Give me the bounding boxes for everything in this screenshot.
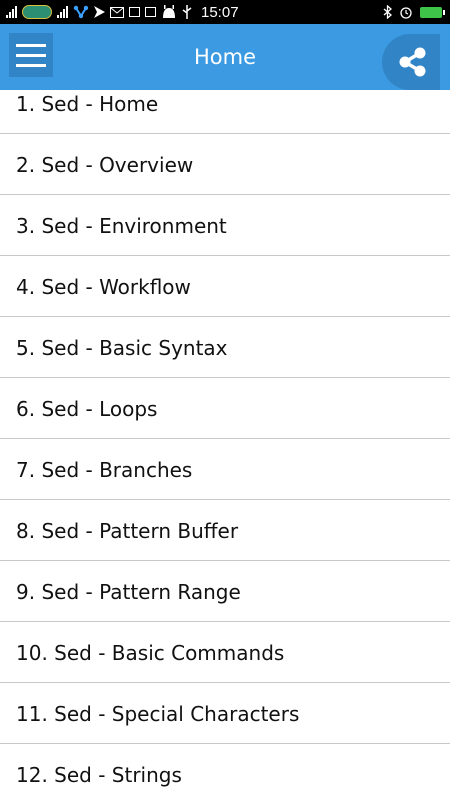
list-item[interactable]: 11. Sed - Special Characters bbox=[0, 684, 450, 744]
list-item[interactable]: 1. Sed - Home bbox=[0, 90, 450, 134]
alarm-icon bbox=[400, 7, 412, 19]
list-item-label: 4. Sed - Workflow bbox=[16, 275, 191, 299]
app-bar: Home bbox=[0, 24, 450, 90]
list-item[interactable]: 12. Sed - Strings bbox=[0, 745, 450, 800]
photo-icon bbox=[145, 7, 156, 17]
list-item[interactable]: 5. Sed - Basic Syntax bbox=[0, 318, 450, 378]
battery-charging-icon bbox=[420, 6, 445, 18]
list-item[interactable]: 10. Sed - Basic Commands bbox=[0, 623, 450, 683]
status-time: 15:07 bbox=[201, 3, 239, 21]
list-item-label: 5. Sed - Basic Syntax bbox=[16, 336, 228, 360]
list-item-label: 3. Sed - Environment bbox=[16, 214, 227, 238]
signal-icon bbox=[57, 6, 68, 18]
bluetooth-icon bbox=[383, 5, 392, 19]
list-item[interactable]: 7. Sed - Branches bbox=[0, 440, 450, 500]
usb-icon bbox=[182, 5, 192, 19]
network-icon bbox=[73, 5, 89, 19]
list-item-label: 8. Sed - Pattern Buffer bbox=[16, 519, 239, 543]
list-item[interactable]: 6. Sed - Loops bbox=[0, 379, 450, 439]
list-item[interactable]: 4. Sed - Workflow bbox=[0, 257, 450, 317]
send-icon bbox=[94, 6, 105, 18]
facebook-icon bbox=[129, 7, 140, 17]
android-icon bbox=[163, 5, 175, 18]
share-icon bbox=[399, 47, 426, 77]
list-item-label: 11. Sed - Special Characters bbox=[16, 702, 300, 726]
list-item-label: 12. Sed - Strings bbox=[16, 763, 182, 787]
list-item-label: 1. Sed - Home bbox=[16, 92, 159, 116]
list-item-label: 9. Sed - Pattern Range bbox=[16, 580, 241, 604]
list-item[interactable]: 8. Sed - Pattern Buffer bbox=[0, 501, 450, 561]
list-item[interactable]: 3. Sed - Environment bbox=[0, 196, 450, 256]
carrier-logo-icon bbox=[22, 5, 52, 19]
share-button[interactable] bbox=[382, 34, 440, 90]
chapter-list: 1. Sed - Home 2. Sed - Overview 3. Sed -… bbox=[0, 90, 450, 800]
signal-icon bbox=[6, 6, 17, 18]
list-item-label: 2. Sed - Overview bbox=[16, 153, 194, 177]
list-item-label: 7. Sed - Branches bbox=[16, 458, 193, 482]
list-item-label: 10. Sed - Basic Commands bbox=[16, 641, 285, 665]
list-item[interactable]: 2. Sed - Overview bbox=[0, 135, 450, 195]
list-item-label: 6. Sed - Loops bbox=[16, 397, 158, 421]
gmail-icon bbox=[110, 6, 124, 18]
list-item[interactable]: 9. Sed - Pattern Range bbox=[0, 562, 450, 622]
status-bar: 15:07 bbox=[0, 0, 450, 24]
